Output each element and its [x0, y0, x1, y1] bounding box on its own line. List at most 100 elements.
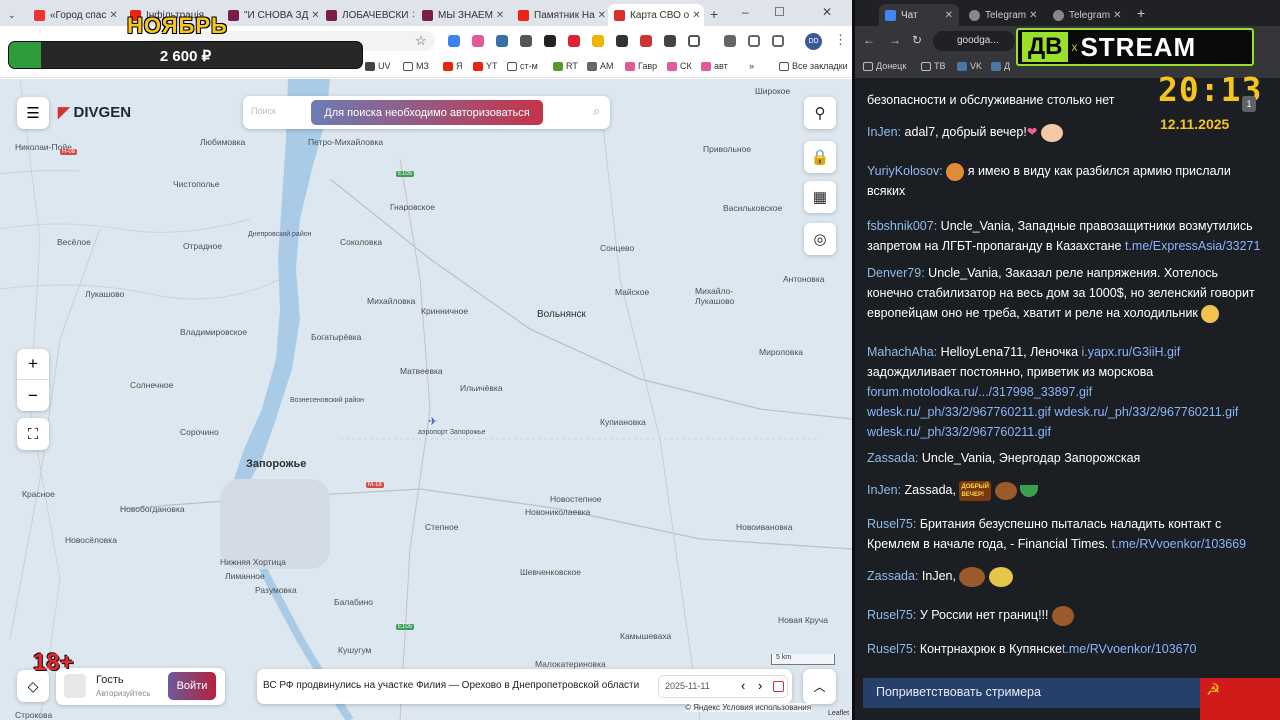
expand-news-button[interactable]: ︿ — [803, 669, 836, 704]
extension-icon[interactable] — [592, 35, 604, 47]
tab-telegram-1[interactable]: Telegram ✕ — [963, 4, 1043, 26]
chat-link[interactable]: wdesk.ru/_ph/33/2/967760211.gif — [867, 405, 1051, 419]
close-icon[interactable]: ✕ — [942, 10, 953, 21]
chat-link[interactable]: forum.motolodka.ru/.../317998_33897.gif — [867, 385, 1092, 399]
minimize-button[interactable]: – — [742, 5, 749, 19]
close-icon[interactable]: ✕ — [595, 10, 606, 21]
more-bookmarks[interactable]: » — [749, 61, 754, 71]
date-picker[interactable]: 2025-11-11 ‹ › — [658, 675, 788, 698]
map-search-box[interactable]: Поиск Для поиска необходимо авторизовать… — [243, 96, 610, 129]
close-icon[interactable]: ✕ — [1026, 10, 1037, 21]
prev-date-button[interactable]: ‹ — [741, 678, 745, 693]
chat-link[interactable]: i.yapx.ru/G3iiH.gif — [1082, 345, 1181, 359]
chat-nick[interactable]: Zassada: — [867, 569, 918, 583]
location-pin-button[interactable]: ⚲ — [804, 97, 836, 129]
chat-nick[interactable]: fsbshnik007: — [867, 219, 937, 233]
chat-link[interactable]: t.me/RVvoenkor/103670 — [1062, 642, 1197, 656]
close-icon[interactable]: ✕ — [689, 10, 700, 21]
link-icon[interactable] — [748, 35, 760, 47]
bookmark-5[interactable]: RT — [553, 61, 578, 71]
close-window-button[interactable]: ✕ — [822, 5, 832, 19]
bookmark-8[interactable]: СК — [667, 61, 692, 71]
tab-3[interactable]: ЛОБАЧЕВСКИ✕ — [320, 4, 414, 26]
chat-nick[interactable]: Rusel75: — [867, 642, 916, 656]
chat-nick[interactable]: InJen: — [867, 483, 901, 497]
tab-2[interactable]: "И СНОВА ЗД ✕ — [222, 4, 318, 26]
news-text[interactable]: ВС РФ продвинулись на участке Филия — Ор… — [263, 680, 639, 691]
profile-avatar[interactable]: DD — [805, 33, 822, 50]
close-icon[interactable]: ✕ — [408, 10, 414, 21]
tab-telegram-2[interactable]: Telegram ✕ — [1047, 4, 1127, 26]
chat-link[interactable]: wdesk.ru/_ph/33/2/967760211.gif — [867, 425, 1051, 439]
bookmark-2[interactable]: Я — [443, 61, 463, 71]
bookmark-9[interactable]: авт — [701, 61, 728, 71]
login-button[interactable]: Войти — [168, 672, 216, 700]
chat-link[interactable]: wdesk.ru/_ph/33/2/967760211.gif — [1054, 405, 1238, 419]
star-icon[interactable]: ☆ — [415, 33, 427, 49]
tab-chat[interactable]: Чат ✕ — [879, 4, 959, 26]
chat-nick[interactable]: Denver79: — [867, 266, 925, 280]
menu-dots-icon[interactable]: ⋮ — [834, 32, 847, 48]
chat-link[interactable]: t.me/RVvoenkor/103669 — [1112, 537, 1247, 551]
bookmark-1[interactable]: МЗ — [403, 61, 429, 71]
bookmark-6[interactable]: AM — [587, 61, 614, 71]
tab-search-menu[interactable]: ⌄ — [2, 4, 22, 26]
all-bookmarks[interactable]: Все закладки — [779, 61, 848, 71]
close-icon[interactable]: ✕ — [308, 10, 318, 21]
calendar-icon[interactable] — [773, 681, 784, 692]
key-icon[interactable] — [724, 35, 736, 47]
extension-icon[interactable] — [640, 35, 652, 47]
hamburger-menu-button[interactable]: ☰ — [17, 97, 49, 129]
zoom-in-button[interactable]: + — [17, 349, 49, 380]
fullscreen-button[interactable]: ⛶ — [17, 418, 49, 450]
search-icon[interactable]: ⌕ — [593, 104, 600, 119]
right-address-bar[interactable]: goodga... — [933, 31, 1015, 51]
leaflet-attribution[interactable]: Leaflet — [828, 710, 849, 717]
back-icon[interactable]: ← — [863, 33, 875, 47]
bookmark-d[interactable]: Д — [991, 61, 1010, 71]
puzzle-icon[interactable] — [688, 35, 700, 47]
extension-icon[interactable] — [544, 35, 556, 47]
next-date-button[interactable]: › — [758, 678, 762, 693]
ruler-button[interactable]: ▦ — [804, 181, 836, 213]
extension-icon[interactable] — [664, 35, 676, 47]
extension-icon[interactable] — [496, 35, 508, 47]
maximize-button[interactable]: ☐ — [774, 5, 785, 19]
chat-nick[interactable]: InJen: — [867, 125, 901, 139]
extension-icon[interactable] — [568, 35, 580, 47]
close-icon[interactable]: ✕ — [1110, 10, 1121, 21]
map-canvas[interactable]: Николаи-Пойе Петро-Михайловка Любимовка … — [0, 79, 852, 720]
extension-icon[interactable] — [448, 35, 460, 47]
bookmark-4[interactable]: ст-м — [507, 61, 538, 71]
new-tab-button[interactable]: + — [1137, 5, 1145, 21]
tab-0[interactable]: «Город спас ✕ — [28, 4, 122, 26]
close-icon[interactable]: ✕ — [493, 10, 504, 21]
new-tab-button[interactable]: + — [710, 6, 718, 22]
extension-icon[interactable] — [616, 35, 628, 47]
chat-nick[interactable]: Rusel75: — [867, 517, 916, 531]
map-attribution[interactable]: © Яндекс Условия использования — [685, 703, 812, 712]
tab-5[interactable]: Памятник На ✕ — [512, 4, 606, 26]
tab-6-active[interactable]: Карта СВО о ✕ — [608, 4, 704, 26]
bookmark-7[interactable]: Гавр — [625, 61, 657, 71]
lock-button[interactable]: 🔒 — [804, 141, 836, 173]
forward-icon[interactable]: → — [889, 33, 901, 47]
bookmark-donetsk[interactable]: Донецк — [863, 61, 906, 71]
auth-required-button[interactable]: Для поиска необходимо авторизоваться — [311, 100, 543, 125]
divgen-logo[interactable]: ◤ DIVGEN — [58, 103, 131, 122]
chat-nick[interactable]: YuriyKolosov: — [867, 164, 943, 178]
window-icon[interactable] — [772, 35, 784, 47]
bookmark-0[interactable]: UV — [365, 61, 391, 71]
close-icon[interactable]: ✕ — [106, 10, 117, 21]
bookmark-tv[interactable]: ТВ — [921, 61, 946, 71]
info-icon[interactable]: 1 — [1242, 96, 1256, 112]
extension-icon[interactable] — [520, 35, 532, 47]
zoom-out-button[interactable]: − — [17, 380, 49, 411]
bookmark-3[interactable]: YT — [473, 61, 498, 71]
chat-link[interactable]: t.me/ExpressAsia/33271 — [1125, 239, 1261, 253]
radar-button[interactable]: ◎ — [804, 223, 836, 255]
chat-nick[interactable]: MahachAha: — [867, 345, 937, 359]
chat-nick[interactable]: Rusel75: — [867, 608, 916, 622]
reload-icon[interactable]: ↻ — [912, 33, 922, 47]
chat-nick[interactable]: Zassada: — [867, 451, 918, 465]
